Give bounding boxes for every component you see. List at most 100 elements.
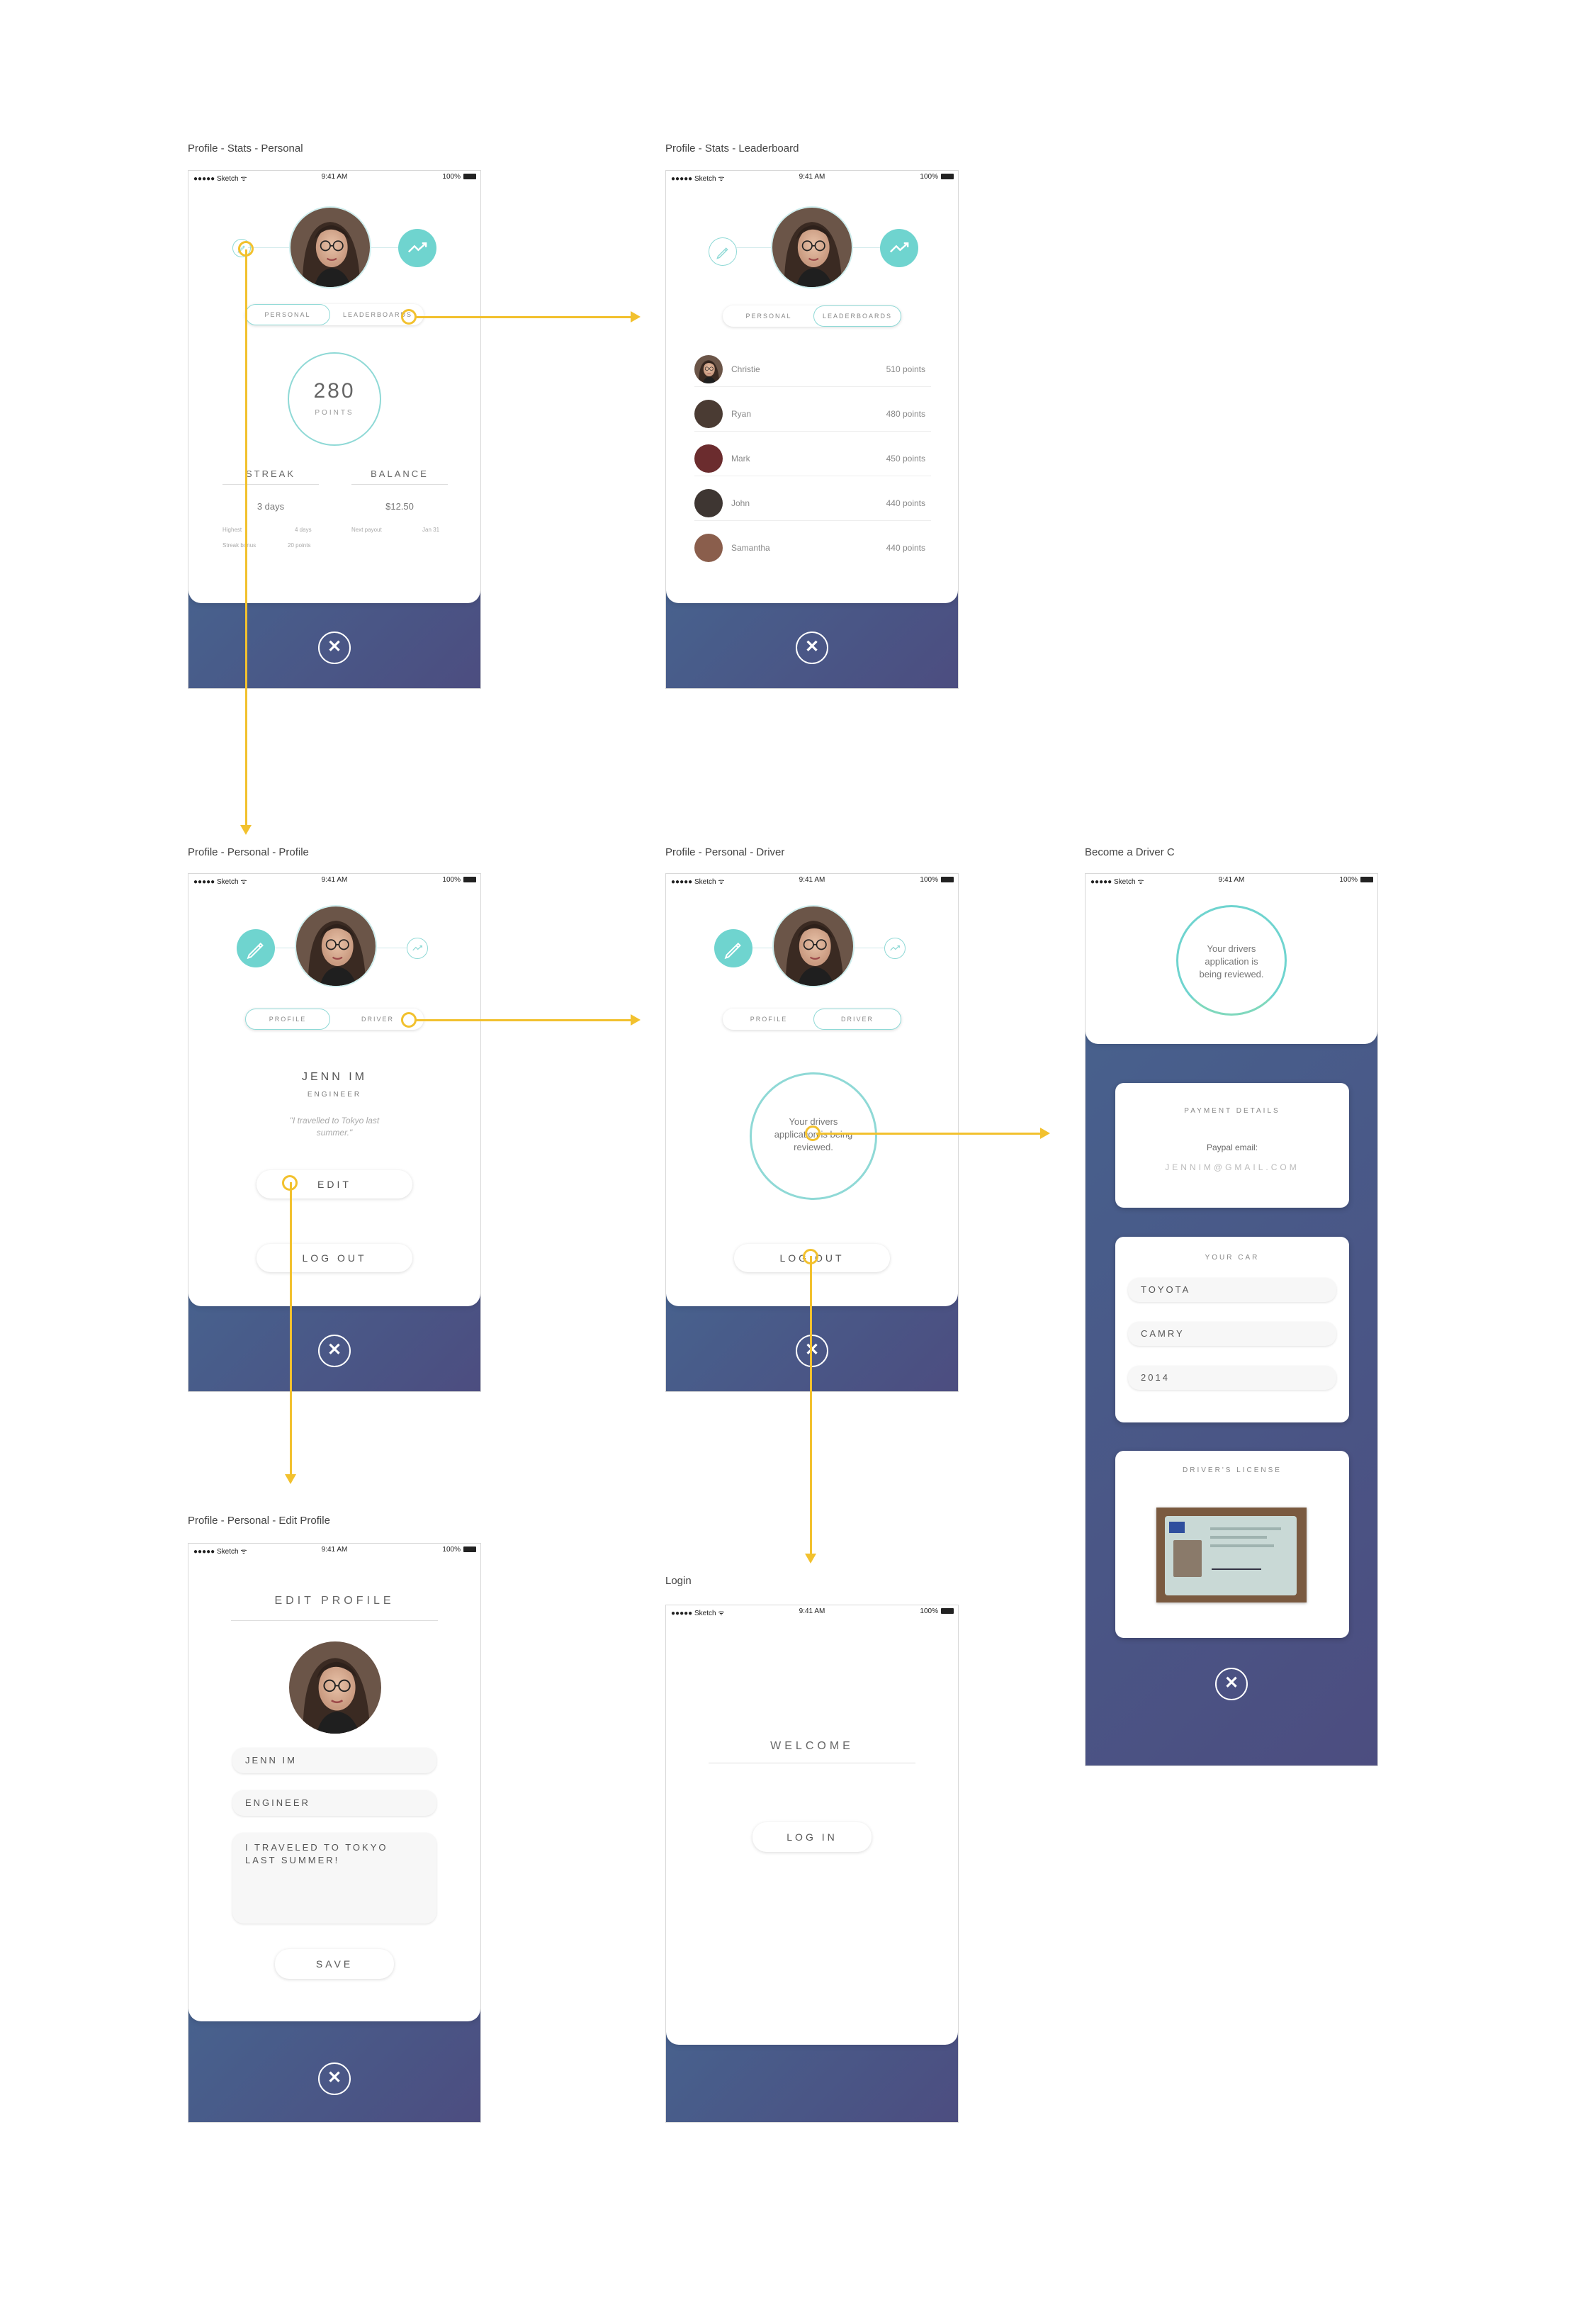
avatar[interactable] <box>289 1641 381 1734</box>
application-status-text: Your drivers application is being review… <box>1199 943 1264 979</box>
flow-hotspot <box>401 1012 417 1028</box>
close-button[interactable]: ✕ <box>796 631 828 664</box>
flow-connector <box>290 1182 292 1478</box>
tab-driver[interactable]: DRIVER <box>813 1009 901 1030</box>
paypal-label: Paypal email: <box>1206 1143 1258 1152</box>
license-text-line <box>1210 1544 1274 1547</box>
tab-personal[interactable]: PERSONAL <box>723 305 815 327</box>
edit-tab-button[interactable] <box>714 929 752 967</box>
leaderboard-row[interactable]: Christie 510 points <box>694 355 931 387</box>
clock-label: 9:41 AM <box>321 876 348 884</box>
stats-tab-button[interactable] <box>398 229 436 267</box>
battery-icon <box>1360 877 1373 882</box>
stats-tab-button[interactable] <box>407 938 428 959</box>
battery-label: 100% <box>442 876 461 884</box>
leaderboard-row[interactable]: John 440 points <box>694 489 931 521</box>
eu-flag-icon <box>1169 1522 1185 1533</box>
battery-label: 100% <box>920 1607 938 1615</box>
trend-icon <box>880 229 918 267</box>
bio-textarea[interactable]: I TRAVELED TO TOKYO LAST SUMMER! <box>232 1833 436 1924</box>
leaderboard-row[interactable]: Ryan 480 points <box>694 400 931 432</box>
login-button[interactable]: LOG IN <box>752 1822 872 1852</box>
battery-label: 100% <box>920 173 938 181</box>
status-bar: ●●●●● Sketch ᯤ 9:41 AM 100% <box>1086 874 1377 887</box>
edit-tab-button[interactable] <box>709 237 737 266</box>
pencil-icon <box>714 929 752 967</box>
leaderboard-name: Samantha <box>731 543 770 553</box>
leaderboard-row[interactable]: Mark 450 points <box>694 444 931 476</box>
avatar <box>772 905 855 987</box>
payment-details-card: PAYMENT DETAILS Paypal email: JENNIM@GMA… <box>1115 1083 1349 1208</box>
save-button[interactable]: SAVE <box>275 1949 394 1979</box>
stats-tab-button[interactable] <box>884 938 906 959</box>
edit-profile-title: EDIT PROFILE <box>274 1595 395 1607</box>
battery-icon <box>941 877 954 882</box>
close-button[interactable]: ✕ <box>318 1335 351 1367</box>
car-make-field[interactable]: TOYOTA <box>1128 1278 1336 1302</box>
clock-label: 9:41 AM <box>799 876 825 884</box>
leaderboard-points: 480 points <box>886 409 925 419</box>
artboard-label-stats-personal: Profile - Stats - Personal <box>188 142 303 155</box>
car-model-field[interactable]: CAMRY <box>1128 1322 1336 1346</box>
points-ring: 280 POINTS <box>288 352 381 446</box>
occupation-field[interactable]: ENGINEER <box>232 1790 436 1816</box>
segmented-control: PERSONAL LEADERBOARDS <box>723 305 901 327</box>
stats-tab-button[interactable] <box>880 229 918 267</box>
clock-label: 9:41 AM <box>321 173 348 181</box>
edit-tab-button[interactable] <box>237 929 275 967</box>
flow-connector <box>415 1019 632 1021</box>
leaderboard-points: 440 points <box>886 543 925 553</box>
streak-title: STREAK <box>245 468 295 479</box>
avatar <box>694 444 723 473</box>
logout-button[interactable]: LOG OUT <box>256 1244 412 1272</box>
welcome-title: WELCOME <box>770 1740 854 1752</box>
status-bar: ●●●●● Sketch ᯤ 9:41 AM 100% <box>666 1605 958 1618</box>
points-value: 280 <box>313 379 356 403</box>
tab-leaderboards[interactable]: LEADERBOARDS <box>813 305 901 327</box>
flow-connector <box>245 249 247 829</box>
drivers-license-title: DRIVER'S LICENSE <box>1183 1466 1282 1474</box>
leaderboard-points: 450 points <box>886 454 925 464</box>
paypal-email-field[interactable]: JENNIM@GMAIL.COM <box>1115 1162 1349 1172</box>
arrow-down-icon <box>285 1474 296 1484</box>
car-year-field[interactable]: 2014 <box>1128 1366 1336 1390</box>
name-field[interactable]: JENN IM <box>232 1748 436 1773</box>
artboard-label-edit-profile: Profile - Personal - Edit Profile <box>188 1515 330 1527</box>
next-payout-value: Jan 31 <box>422 527 440 533</box>
content-card: ●●●●● Sketch ᯤ 9:41 AM 100% PERSONAL LEA… <box>666 171 958 603</box>
close-button[interactable]: ✕ <box>1215 1668 1248 1700</box>
battery-icon <box>941 1608 954 1614</box>
avatar <box>289 206 371 288</box>
screen-stats-personal: ●●●●● Sketch ᯤ 9:41 AM 100% PERSONAL LEA… <box>188 170 481 689</box>
license-text-line <box>1210 1527 1281 1530</box>
close-button[interactable]: ✕ <box>318 2062 351 2095</box>
close-button[interactable]: ✕ <box>796 1335 828 1367</box>
tab-profile[interactable]: PROFILE <box>245 1009 330 1030</box>
artboard-label-stats-leaderboard: Profile - Stats - Leaderboard <box>665 142 799 155</box>
leaderboard-row[interactable]: Samantha 440 points <box>694 534 931 565</box>
balance-value: $12.50 <box>385 501 414 512</box>
license-portrait <box>1173 1540 1202 1577</box>
leaderboard-name: Christie <box>731 364 760 374</box>
tab-personal[interactable]: PERSONAL <box>245 304 330 325</box>
close-button[interactable]: ✕ <box>318 631 351 664</box>
screen-personal-profile: ●●●●● Sketch ᯤ 9:41 AM 100% PROFILE DRIV… <box>188 873 481 1392</box>
screen-edit-profile: ●●●●● Sketch ᯤ 9:41 AM 100% EDIT PROFILE… <box>188 1543 481 2123</box>
battery-icon <box>941 174 954 179</box>
profile-name: JENN IM <box>302 1071 367 1083</box>
arrow-right-icon <box>631 311 641 322</box>
flow-hotspot <box>803 1249 818 1264</box>
avatar <box>694 355 723 383</box>
pencil-icon <box>237 929 275 967</box>
signature-mark <box>1212 1559 1261 1570</box>
tab-profile[interactable]: PROFILE <box>723 1009 815 1030</box>
edit-button[interactable]: EDIT <box>256 1170 412 1199</box>
license-photo[interactable] <box>1156 1508 1307 1602</box>
artboard-label-personal-profile: Profile - Personal - Profile <box>188 846 309 858</box>
trend-icon <box>407 938 427 958</box>
arrow-down-icon <box>240 825 252 835</box>
flow-connector <box>415 316 632 318</box>
artboard-label-personal-driver: Profile - Personal - Driver <box>665 846 785 858</box>
screen-become-driver: ●●●●● Sketch ᯤ 9:41 AM 100% Your drivers… <box>1085 873 1378 1766</box>
clock-label: 9:41 AM <box>321 1546 348 1554</box>
